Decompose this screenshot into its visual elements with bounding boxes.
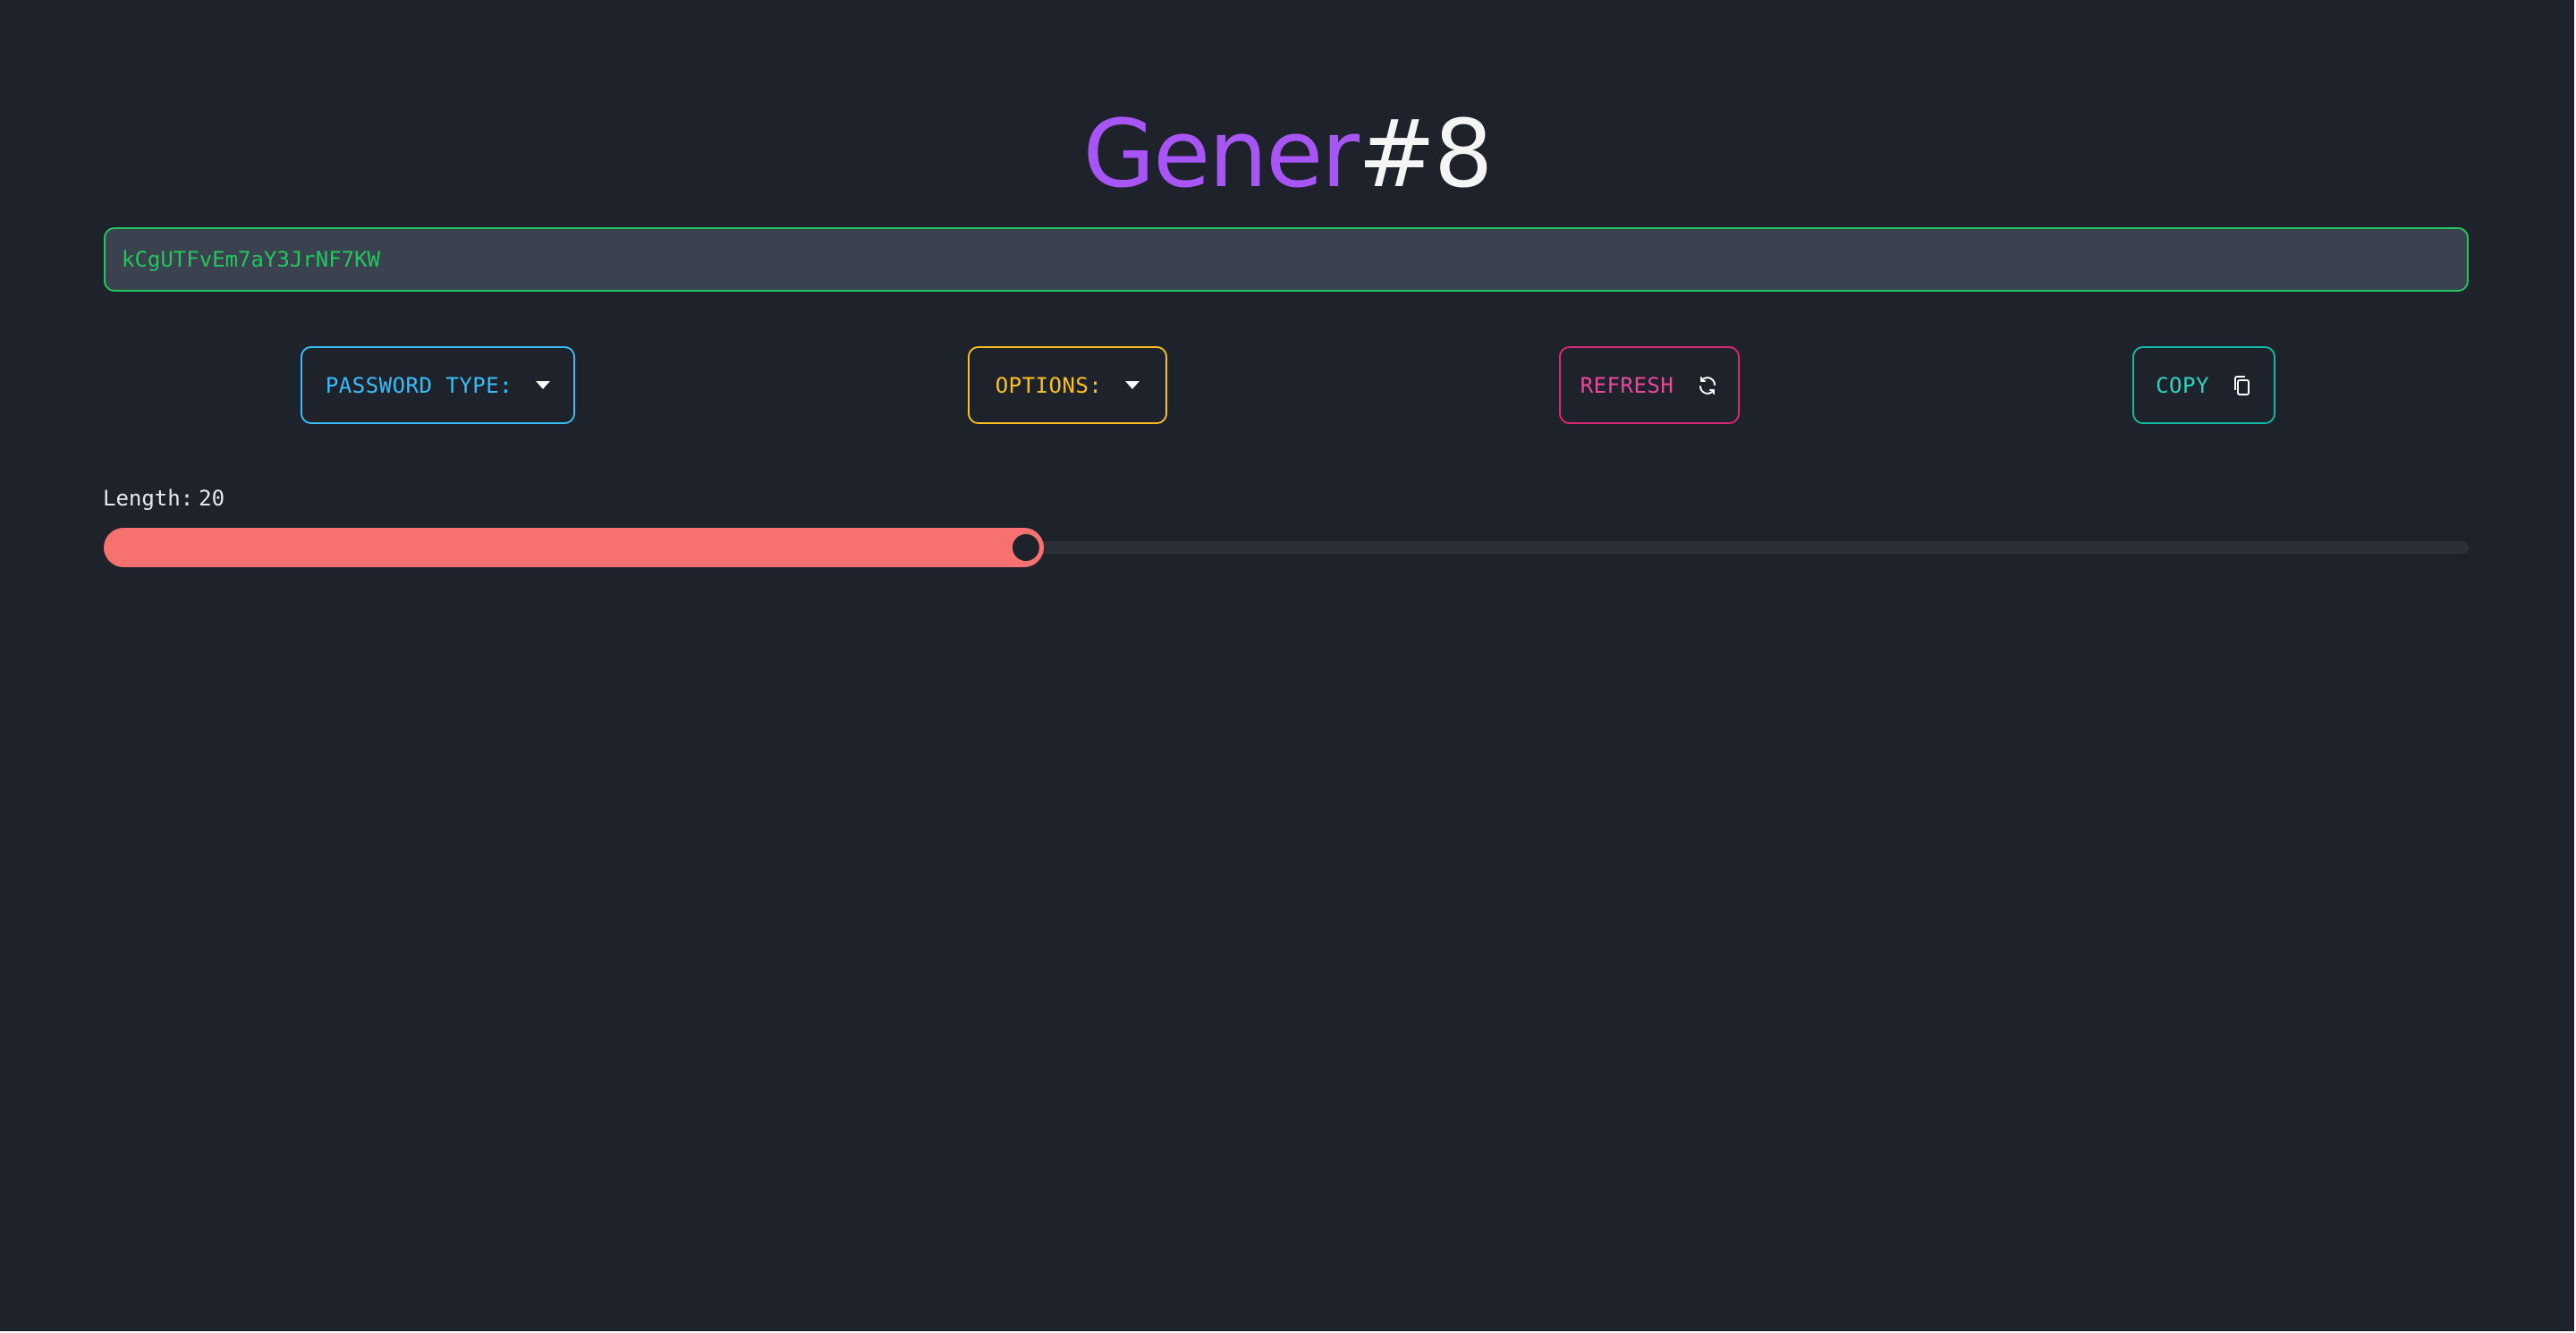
password-output-text: kCgUTFvEm7aY3JrNF7KW <box>122 247 380 272</box>
length-label: Length: 20 <box>103 485 225 512</box>
password-type-dropdown[interactable]: PASSWORD TYPE: <box>301 346 575 424</box>
length-label-text: Length: <box>103 486 194 511</box>
password-type-label: PASSWORD TYPE: <box>325 372 513 398</box>
length-slider-fill <box>104 528 1045 567</box>
app-background: Gener#8 kCgUTFvEm7aY3JrNF7KW PASSWORD TY… <box>0 0 2574 1331</box>
refresh-label: REFRESH <box>1580 372 1674 398</box>
options-label: OPTIONS: <box>995 372 1103 398</box>
password-output-field[interactable]: kCgUTFvEm7aY3JrNF7KW <box>104 227 2469 292</box>
copy-icon <box>2233 375 2252 396</box>
copy-label: COPY <box>2156 372 2209 398</box>
copy-button[interactable]: COPY <box>2132 346 2275 424</box>
length-slider-handle[interactable] <box>1008 530 1045 565</box>
app-title-part2: #8 <box>1357 99 1493 208</box>
app-title-part1: Gener <box>1082 99 1360 208</box>
refresh-icon <box>1697 375 1718 396</box>
options-dropdown[interactable]: OPTIONS: <box>968 346 1167 424</box>
caret-down-icon <box>1125 381 1140 389</box>
app-title: Gener#8 <box>0 97 2574 211</box>
refresh-button[interactable]: REFRESH <box>1559 346 1740 424</box>
caret-down-icon <box>536 381 551 389</box>
length-value: 20 <box>199 486 225 511</box>
